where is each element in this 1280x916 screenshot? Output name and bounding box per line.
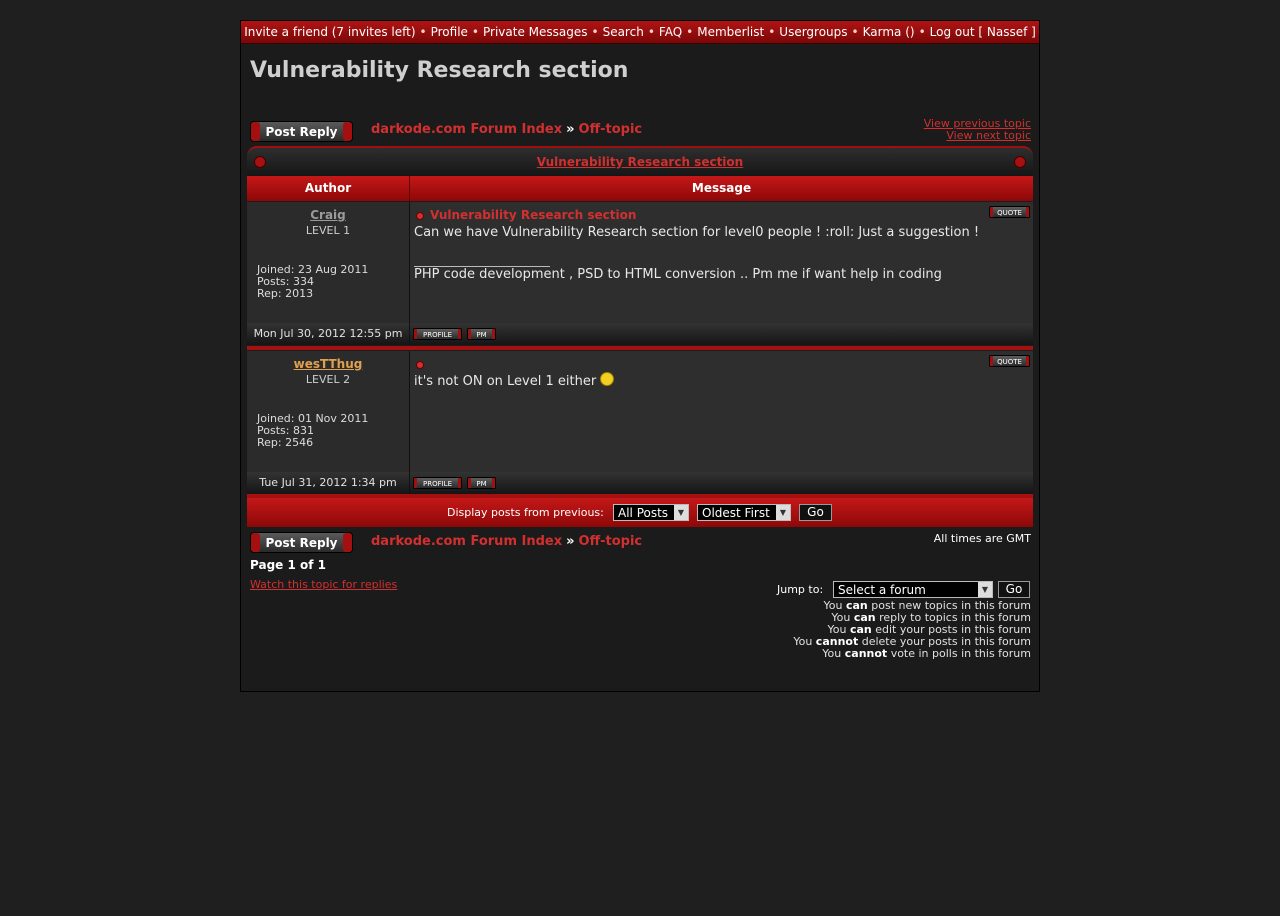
post-author-level: LEVEL 2 (305, 373, 351, 386)
nav-search[interactable]: Search (603, 25, 644, 39)
author-column-header: Author (247, 176, 410, 201)
post-reply-button-top[interactable]: Post Reply (250, 121, 353, 142)
nav-profile[interactable]: Profile (431, 25, 468, 39)
next-topic-link[interactable]: View next topic (946, 129, 1031, 142)
chevron-down-icon: ▼ (674, 505, 688, 520)
caption-left-dot (254, 156, 266, 168)
post-subject (416, 357, 430, 371)
breadcrumb-index-link[interactable]: darkode.com Forum Index (371, 122, 562, 137)
post-subject: Vulnerability Research section (416, 208, 636, 222)
nav-private-messages[interactable]: Private Messages (483, 25, 588, 39)
post-message-cell: QUOTE it's not ON on Level 1 either (410, 351, 1033, 472)
post-reply-button-bottom[interactable]: Post Reply (250, 532, 353, 553)
display-options-bar: Display posts from previous: All Posts ▼ … (247, 498, 1033, 527)
wink-smiley-icon (600, 372, 615, 386)
timezone-note: All times are GMT (933, 532, 1031, 545)
display-options-label: Display posts from previous: (447, 506, 604, 519)
post-signature: PHP code development , PSD to HTML conve… (414, 267, 942, 282)
post-subject-text: Vulnerability Research section (430, 208, 637, 222)
post-body: it's not ON on Level 1 either (414, 372, 615, 389)
breadcrumb-separator: » (566, 122, 575, 137)
author-rep: Rep: 2546 (257, 436, 314, 449)
posts-header-row: Author Message (247, 176, 1033, 201)
post-author-cell: wesTThug LEVEL 2 Joined: 01 Nov 2011 Pos… (247, 351, 410, 472)
profile-button[interactable]: PROFILE (413, 328, 462, 340)
display-go-button[interactable]: Go (799, 504, 832, 521)
top-navigation: Invite a friend (7 invites left) • Profile… (241, 21, 1039, 44)
forum-permissions: You can post new topics in this forum Yo… (793, 600, 1031, 660)
topic-navigation: View previous topic View next topic (924, 118, 1031, 142)
message-column-header: Message (691, 181, 752, 195)
posts-period-value: All Posts (618, 506, 669, 520)
post-author-name[interactable]: wesTThug (247, 357, 409, 371)
pm-button[interactable]: PM (467, 477, 496, 489)
post-author-level: LEVEL 1 (305, 224, 351, 237)
quote-button[interactable]: QUOTE (989, 355, 1030, 367)
topic-caption-bar: Vulnerability Research section (247, 146, 1033, 178)
post-bullet-icon (416, 360, 424, 369)
profile-button[interactable]: PROFILE (413, 477, 462, 489)
author-rep: Rep: 2013 (257, 287, 314, 300)
post-separator (247, 346, 1033, 350)
posts-period-select[interactable]: All Posts ▼ (613, 504, 689, 521)
post-footer-row: Mon Jul 30, 2012 12:55 pm PROFILE PM (247, 323, 1033, 345)
post-date: Mon Jul 30, 2012 12:55 pm (247, 323, 410, 345)
sort-order-value: Oldest First (702, 506, 770, 520)
jump-to-select[interactable]: Select a forum ▼ (833, 581, 993, 598)
nav-logout[interactable]: Log out [ Nassef ] (930, 25, 1036, 39)
jump-to-value: Select a forum (838, 583, 926, 597)
chevron-down-icon: ▼ (776, 505, 790, 520)
permission-line: You cannot vote in polls in this forum (822, 647, 1031, 660)
chevron-down-icon: ▼ (978, 582, 992, 597)
post-body: Can we have Vulnerability Research secti… (414, 225, 980, 240)
nav-usergroups[interactable]: Usergroups (779, 25, 847, 39)
post-body-text: it's not ON on Level 1 either (414, 374, 597, 389)
breadcrumb-forum-link[interactable]: Off-topic (579, 534, 643, 549)
post-author-cell: Craig LEVEL 1 Joined: 23 Aug 2011 Posts:… (247, 202, 410, 323)
post-author-stats: Joined: 01 Nov 2011 Posts: 831 Rep: 2546 (257, 413, 368, 449)
jump-go-button[interactable]: Go (998, 581, 1030, 598)
quote-button[interactable]: QUOTE (989, 206, 1030, 218)
nav-invite[interactable]: Invite a friend (7 invites left) (244, 25, 415, 39)
pm-button[interactable]: PM (467, 328, 496, 340)
forum-container: Invite a friend (7 invites left) • Profile… (240, 20, 1040, 692)
watch-topic-link[interactable]: Watch this topic for replies (250, 578, 397, 591)
breadcrumb-forum-link[interactable]: Off-topic (579, 122, 643, 137)
breadcrumb-bottom: darkode.com Forum Index » Off-topic (371, 534, 642, 549)
post-bullet-icon (416, 211, 424, 220)
breadcrumb-index-link[interactable]: darkode.com Forum Index (371, 534, 562, 549)
jump-to-label: Jump to: (777, 583, 824, 596)
topic-caption-link[interactable]: Vulnerability Research section (537, 155, 743, 169)
nav-karma[interactable]: Karma () (863, 25, 915, 39)
breadcrumb-top: darkode.com Forum Index » Off-topic (371, 122, 642, 137)
nav-memberlist[interactable]: Memberlist (697, 25, 764, 39)
post-author-stats: Joined: 23 Aug 2011 Posts: 334 Rep: 2013 (257, 264, 368, 300)
post-date: Tue Jul 31, 2012 1:34 pm (247, 472, 410, 494)
pagination-text: Page 1 of 1 (250, 558, 326, 572)
post-footer-row: Tue Jul 31, 2012 1:34 pm PROFILE PM (247, 472, 1033, 494)
caption-right-dot (1014, 156, 1026, 168)
post-message-cell: Vulnerability Research section QUOTE Can… (410, 202, 1033, 323)
sort-order-select[interactable]: Oldest First ▼ (697, 504, 791, 521)
nav-faq[interactable]: FAQ (659, 25, 682, 39)
post-author-name[interactable]: Craig (247, 208, 409, 222)
page-title: Vulnerability Research section (250, 58, 629, 83)
breadcrumb-separator: » (566, 534, 575, 549)
